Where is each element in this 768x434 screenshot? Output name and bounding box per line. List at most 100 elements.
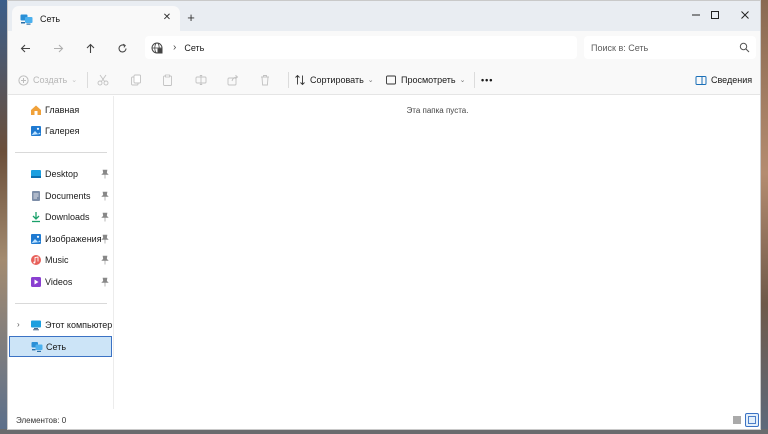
network-icon [31,341,43,353]
gallery-icon [30,125,42,137]
forward-button[interactable] [49,39,67,57]
up-button[interactable] [81,39,99,57]
sidebar-item-label: Главная [45,105,80,115]
maximize-icon [711,11,719,19]
pin-icon [101,212,109,222]
sidebar-item-downloads[interactable]: Downloads [9,207,112,227]
documents-icon [30,190,42,202]
divider [288,72,289,88]
rename-button[interactable] [195,72,207,88]
tab-network[interactable]: Сеть ✕ [12,6,180,32]
chevron-down-icon: ⌄ [71,77,78,84]
computer-icon [30,319,42,331]
address-bar[interactable]: › Сеть [145,36,577,59]
search-icon [739,42,750,53]
paste-button[interactable] [162,72,174,88]
sidebar-item-desktop[interactable]: Desktop [9,164,112,184]
more-options-button[interactable]: ••• [481,72,493,88]
pin-icon [101,234,109,244]
home-icon [30,104,42,116]
refresh-button[interactable] [113,39,131,57]
scissors-icon [97,74,109,86]
view-button[interactable]: Просмотреть ⌄ [385,72,466,88]
tiles-view-icon [748,416,756,424]
tab-close-button[interactable]: ✕ [161,12,173,24]
sidebar-item-label: Videos [45,277,73,287]
copy-icon [131,74,141,86]
item-count: Элементов: 0 [16,416,67,425]
sidebar-item-this-pc[interactable]: › Этот компьютер [9,315,112,335]
sort-icon [295,74,305,86]
paste-icon [163,74,172,86]
network-icon [20,14,33,25]
arrow-up-icon [86,43,94,53]
desktop-background-right [760,0,768,434]
sidebar-item-label: Documents [45,191,91,201]
sidebar-item-label: Music [45,255,69,265]
search-input[interactable]: Поиск в: Сеть [584,36,756,59]
chevron-down-icon: ⌄ [459,77,466,84]
close-window-button[interactable] [730,1,760,29]
share-icon [227,74,239,86]
arrow-right-icon [53,44,63,52]
create-button[interactable]: Создать ⌄ [18,72,77,88]
sidebar-item-label: Этот компьютер [45,320,113,330]
desktop-icon [30,168,42,180]
command-bar: Создать ⌄ Сортировать ⌄ Просмотреть ⌄ ••… [8,65,760,95]
maximize-button[interactable] [700,1,730,29]
sort-label: Сортировать [310,75,364,85]
add-circle-icon [18,74,29,86]
create-label: Создать [33,75,68,85]
details-button[interactable]: Сведения [695,72,752,88]
sidebar-item-music[interactable]: Music [9,250,112,270]
details-view-button[interactable] [730,413,744,427]
navigation-bar: › Сеть Поиск в: Сеть [8,31,760,65]
trash-icon [261,75,269,86]
sidebar-item-label: Сеть [46,342,67,352]
breadcrumb-separator: › [173,42,177,53]
file-explorer-window: Сеть ✕ + › Сеть Поиск в: Сеть Создать ⌄ … [7,0,761,430]
sidebar-item-gallery[interactable]: Галерея [9,121,112,141]
new-tab-button[interactable]: + [184,11,198,25]
tiles-view-button[interactable] [745,413,759,427]
copy-button[interactable] [130,72,142,88]
status-bar: Элементов: 0 [8,410,760,429]
more-icon: ••• [481,75,494,85]
view-label: Просмотреть [401,75,456,85]
pictures-icon [30,233,42,245]
sidebar-item-label: Изображения [45,234,102,244]
chevron-right-icon[interactable]: › [17,320,25,330]
sidebar-item-label: Desktop [45,169,79,179]
cut-button[interactable] [97,72,109,88]
sort-button[interactable]: Сортировать ⌄ [294,72,374,88]
back-button[interactable] [16,39,34,57]
divider [474,72,475,88]
network-location-icon [151,42,163,54]
tab-label: Сеть [40,14,61,24]
downloads-icon [30,211,42,223]
sidebar-item-label: Downloads [45,212,90,222]
search-placeholder: Поиск в: Сеть [591,42,649,53]
navigation-pane: Главная Галерея Desktop Documents Downlo… [8,96,114,409]
delete-button[interactable] [259,72,271,88]
sidebar-divider [15,303,107,304]
sidebar-item-videos[interactable]: Videos [9,272,112,292]
sidebar-item-label: Галерея [45,126,80,136]
pin-icon [101,255,109,265]
sidebar-item-home[interactable]: Главная [9,100,112,120]
share-button[interactable] [227,72,239,88]
pin-icon [101,191,109,201]
sidebar-item-documents[interactable]: Documents [9,186,112,206]
breadcrumb-network[interactable]: Сеть [184,43,204,53]
close-icon [741,11,749,19]
sidebar-item-pictures[interactable]: Изображения [9,229,112,249]
title-bar: Сеть ✕ + [8,1,760,32]
view-icon [386,75,396,85]
divider [87,72,88,88]
arrow-left-icon [20,44,30,52]
chevron-down-icon: ⌄ [367,77,374,84]
file-list-area[interactable]: Эта папка пуста. [115,96,760,409]
pin-icon [101,169,109,179]
sidebar-item-network[interactable]: Сеть [9,336,112,357]
sidebar-divider [15,152,107,153]
